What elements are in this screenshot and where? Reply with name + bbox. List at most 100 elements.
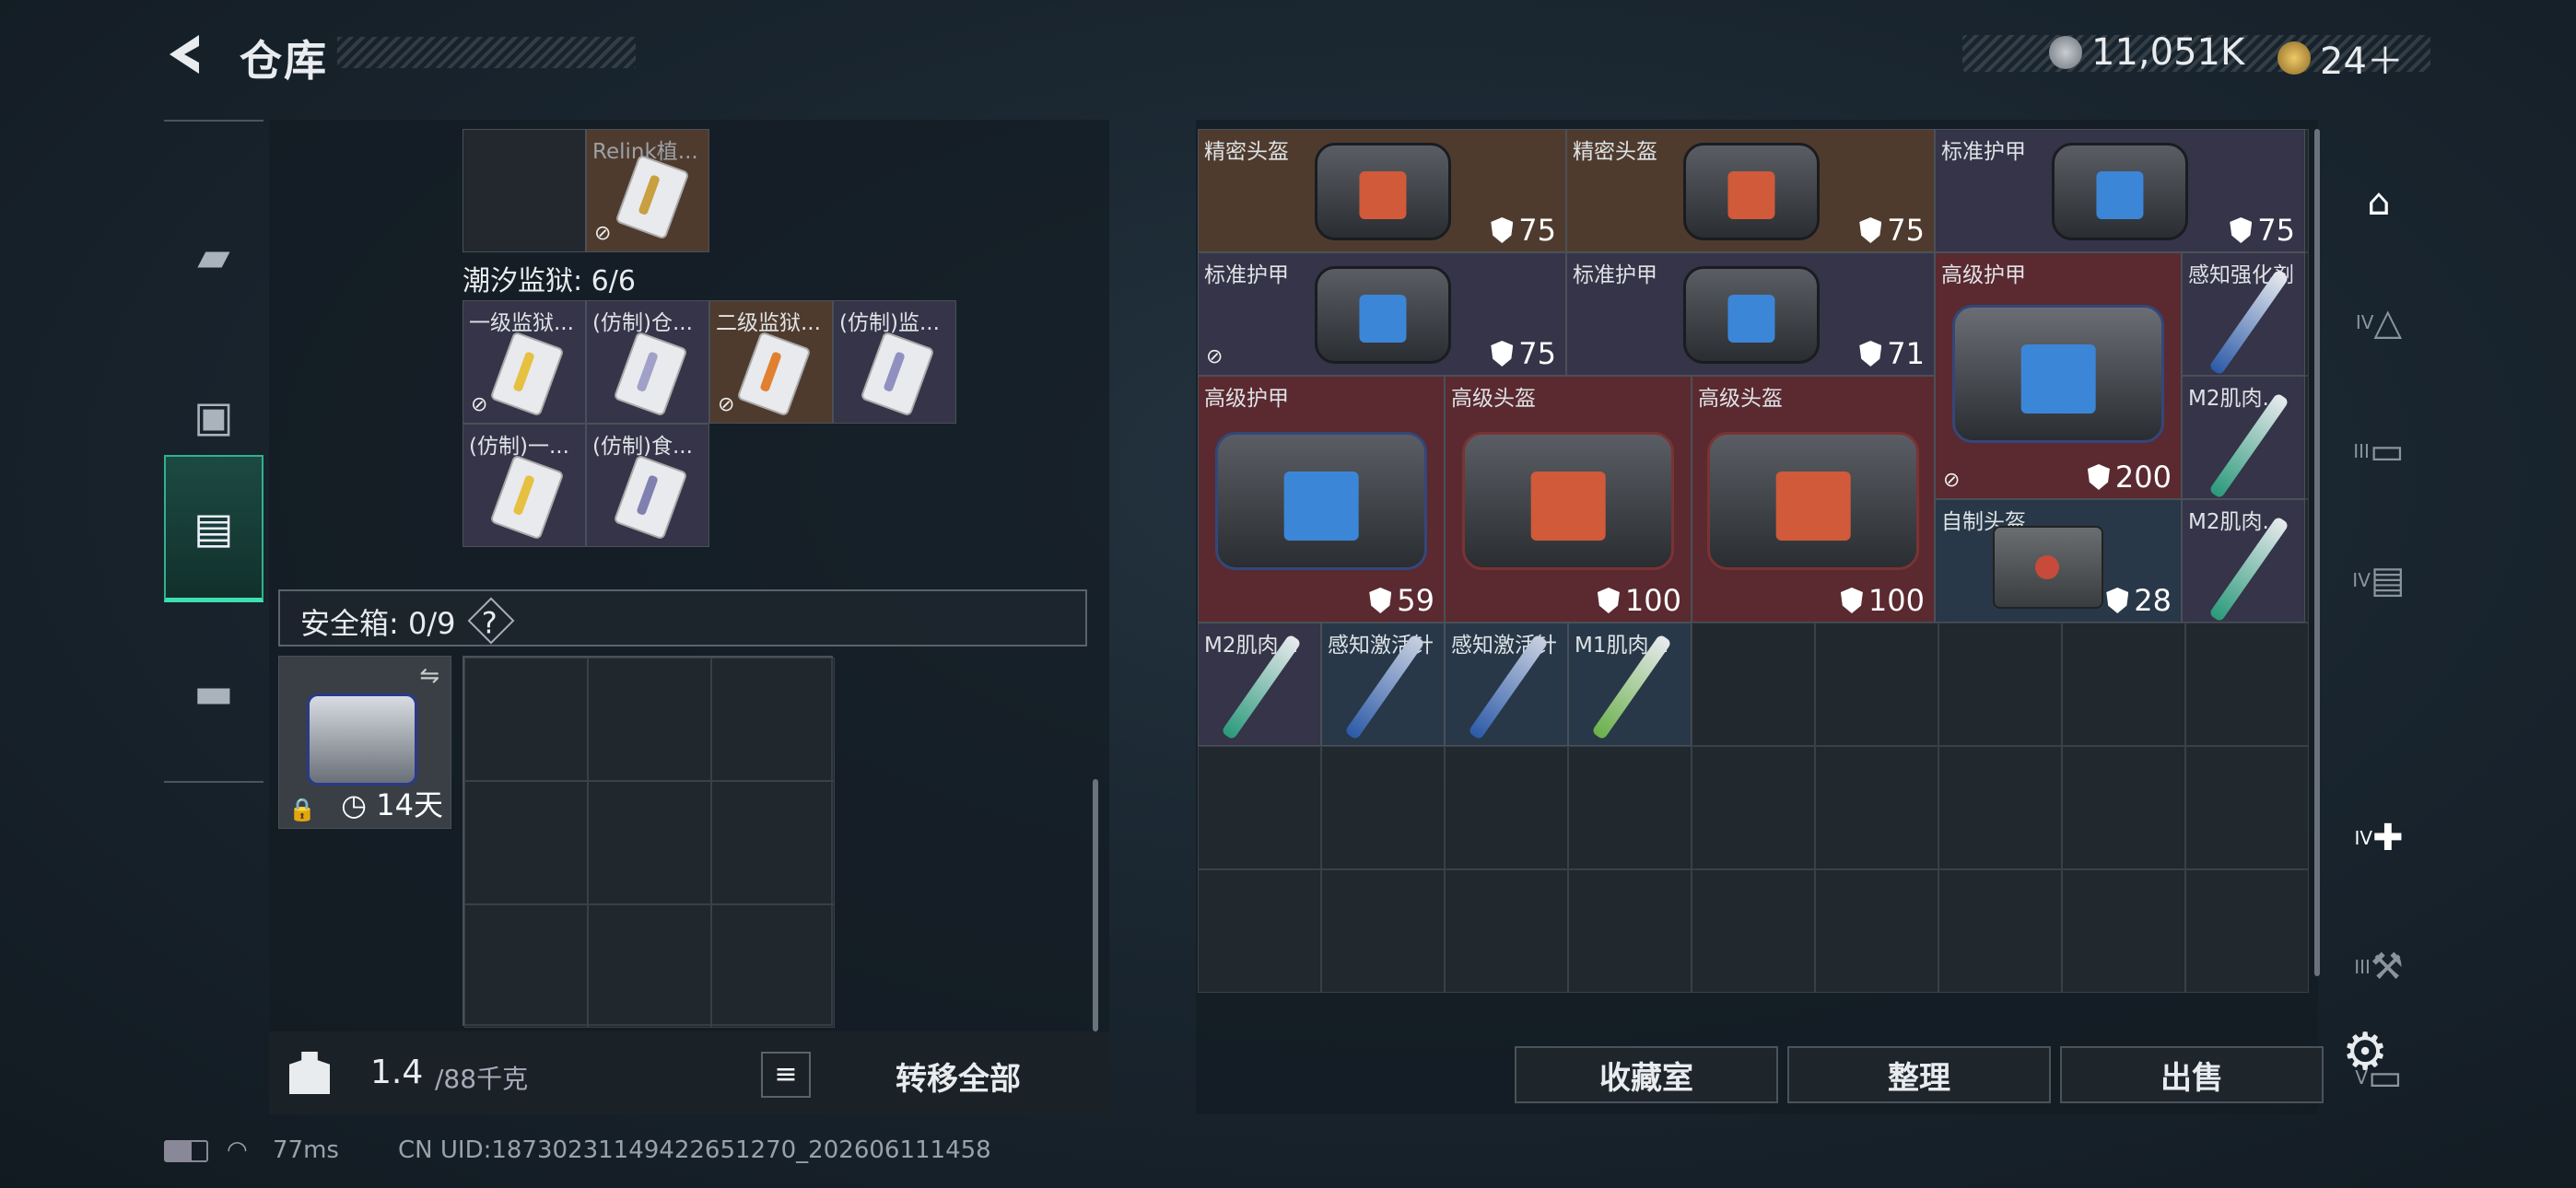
item-label: (仿制)一...	[469, 435, 569, 459]
stash-item[interactable]: 高级护甲 59	[1198, 376, 1445, 623]
weight-max: /88千克	[435, 1064, 529, 1094]
empty-slot[interactable]	[2185, 623, 2309, 746]
left-scrollbar[interactable]	[1093, 779, 1098, 1031]
swap-icon[interactable]: ⇋	[419, 662, 439, 690]
stash-item[interactable]: 精密头盔 75	[1198, 129, 1566, 252]
tier-label: IV	[2352, 569, 2371, 591]
tab-folder-tier[interactable]: IV ▤	[2342, 543, 2416, 617]
safebox-item[interactable]: ⇋ 🔒 ◷ 14天	[278, 656, 451, 829]
empty-slot[interactable]	[1445, 746, 1568, 869]
stash-item[interactable]: 感知激活针	[1445, 623, 1568, 746]
stash-item[interactable]: 二级监狱... ⊘	[709, 300, 833, 424]
tab-weapons[interactable]: ▰	[164, 182, 263, 330]
gun-icon: ▭	[2369, 430, 2405, 472]
token-icon	[2277, 41, 2311, 75]
item-label: (仿制)仓...	[592, 311, 693, 335]
empty-slot[interactable]	[2185, 746, 2309, 869]
empty-slot[interactable]	[1815, 869, 1938, 993]
tab-weapon-tier[interactable]: III ▭	[2342, 414, 2416, 488]
empty-slot[interactable]	[2062, 623, 2185, 746]
empty-slot[interactable]	[1198, 869, 1321, 993]
tab-container[interactable]: ▤	[164, 455, 263, 602]
safebox-image	[307, 693, 417, 786]
stash-item[interactable]: 标准护甲 71	[1566, 252, 1935, 376]
stash-item[interactable]: 自制头盔 28	[1935, 499, 2182, 623]
empty-slot[interactable]	[1321, 869, 1445, 993]
tier-label: III	[2354, 956, 2371, 978]
stash-category-tabs: ⌂ IV △ III ▭ IV ▤ IV ✚ III ⚒ V ▭	[2333, 120, 2425, 1114]
pistol-icon: ▰	[197, 231, 230, 281]
timer-value: 14天	[376, 787, 443, 822]
list-icon[interactable]: ≡	[761, 1052, 811, 1098]
empty-slot[interactable]	[1321, 746, 1445, 869]
stash-item[interactable]: (仿制)监...	[833, 300, 956, 424]
right-scrollbar[interactable]	[2314, 129, 2320, 976]
coin-icon	[2049, 36, 2082, 69]
item-label: 精密头盔	[1573, 140, 1657, 164]
stash-item[interactable]: 一级监狱... ⊘	[463, 300, 586, 424]
no-insure-icon: ⊘	[1206, 345, 1224, 368]
stash-item[interactable]: 高级头盔 100	[1692, 376, 1935, 623]
stash-item[interactable]: 精密头盔 75	[1566, 129, 1935, 252]
armor-icon	[2106, 588, 2129, 613]
arch-icon: ⌂	[2367, 181, 2391, 224]
empty-slot[interactable]	[1568, 869, 1692, 993]
stash-item[interactable]: 高级头盔 100	[1445, 376, 1692, 623]
tab-all[interactable]: ⌂	[2342, 166, 2416, 239]
stash-item[interactable]: M1肌肉...	[1568, 623, 1692, 746]
empty-slot[interactable]	[463, 129, 586, 252]
empty-slot[interactable]	[1692, 746, 1815, 869]
empty-slot[interactable]	[1938, 869, 2062, 993]
empty-slot[interactable]	[1815, 623, 1938, 746]
transfer-all-button[interactable]: 转移全部	[896, 1054, 1021, 1099]
uid: CN UID:187302311494226512​70_20260611145…	[398, 1136, 991, 1164]
stash-item[interactable]: M2肌肉...	[2182, 499, 2305, 623]
help-icon[interactable]: ?	[467, 597, 515, 645]
tab-toolbox[interactable]: ▬	[164, 619, 263, 766]
collection-button[interactable]: 收藏室	[1515, 1046, 1778, 1103]
empty-slot[interactable]	[2062, 869, 2185, 993]
armor-icon	[1369, 588, 1392, 613]
stash-item[interactable]: Relink植... ⊘	[586, 129, 709, 252]
stash-item[interactable]: M2肌肉...	[2182, 376, 2305, 499]
category-tabs: ▰ ▣ ▤ ▬	[164, 120, 263, 783]
empty-slot[interactable]	[2062, 746, 2185, 869]
item-label: 标准护甲	[1573, 263, 1657, 287]
empty-slot[interactable]	[2185, 869, 2309, 993]
empty-slot[interactable]	[1938, 623, 2062, 746]
stash-item[interactable]: 标准护甲 75	[1935, 129, 2305, 252]
armor-icon	[1491, 341, 1514, 367]
stash-grid: 精密头盔 75 精密头盔 75 标准护甲 75 标准护甲 ⊘ 75 标准护甲 7…	[1198, 129, 2309, 1050]
empty-slot[interactable]	[1938, 746, 2062, 869]
stash-item[interactable]: 高级护甲 ⊘ 200	[1935, 252, 2182, 499]
item-label: 高级护甲	[1941, 263, 2026, 287]
currency-tokens[interactable]: 24＋	[2277, 31, 2404, 85]
empty-slot[interactable]	[1815, 746, 1938, 869]
stash-item[interactable]: (仿制)仓...	[586, 300, 709, 424]
safebox-grid	[463, 656, 835, 1028]
empty-slot[interactable]	[1568, 746, 1692, 869]
sell-button[interactable]: 出售	[2060, 1046, 2324, 1103]
tab-medical-tier[interactable]: IV ✚	[2342, 801, 2416, 875]
sort-button[interactable]: 整理	[1787, 1046, 2051, 1103]
empty-slot[interactable]	[1445, 869, 1568, 993]
stash-item[interactable]: 感知强化剂	[2182, 252, 2305, 376]
tab-tools-tier[interactable]: III ⚒	[2342, 930, 2416, 1004]
battery-icon	[164, 1140, 208, 1162]
stash-item[interactable]: 标准护甲 ⊘ 75	[1198, 252, 1566, 376]
safebox-label: 安全箱: 0/9	[300, 606, 456, 641]
stash-item[interactable]: M2肌肉...	[1198, 623, 1321, 746]
currency-coins: 11,051K	[2049, 31, 2244, 74]
stash-item[interactable]: 感知激活针	[1321, 623, 1445, 746]
stash-item[interactable]: (仿制)食...	[586, 424, 709, 547]
coin-amount: 11,051K	[2091, 31, 2245, 74]
tab-helmet-tier[interactable]: IV △	[2342, 285, 2416, 359]
empty-slot[interactable]	[1198, 746, 1321, 869]
no-insure-icon: ⊘	[1943, 469, 1961, 492]
empty-slot[interactable]	[1692, 869, 1815, 993]
item-label: (仿制)监...	[839, 311, 940, 335]
empty-slot[interactable]	[1692, 623, 1815, 746]
back-icon[interactable]	[162, 31, 208, 77]
settings-gear-icon[interactable]: ⚙	[2342, 1022, 2388, 1082]
stash-item[interactable]: (仿制)一...	[463, 424, 586, 547]
